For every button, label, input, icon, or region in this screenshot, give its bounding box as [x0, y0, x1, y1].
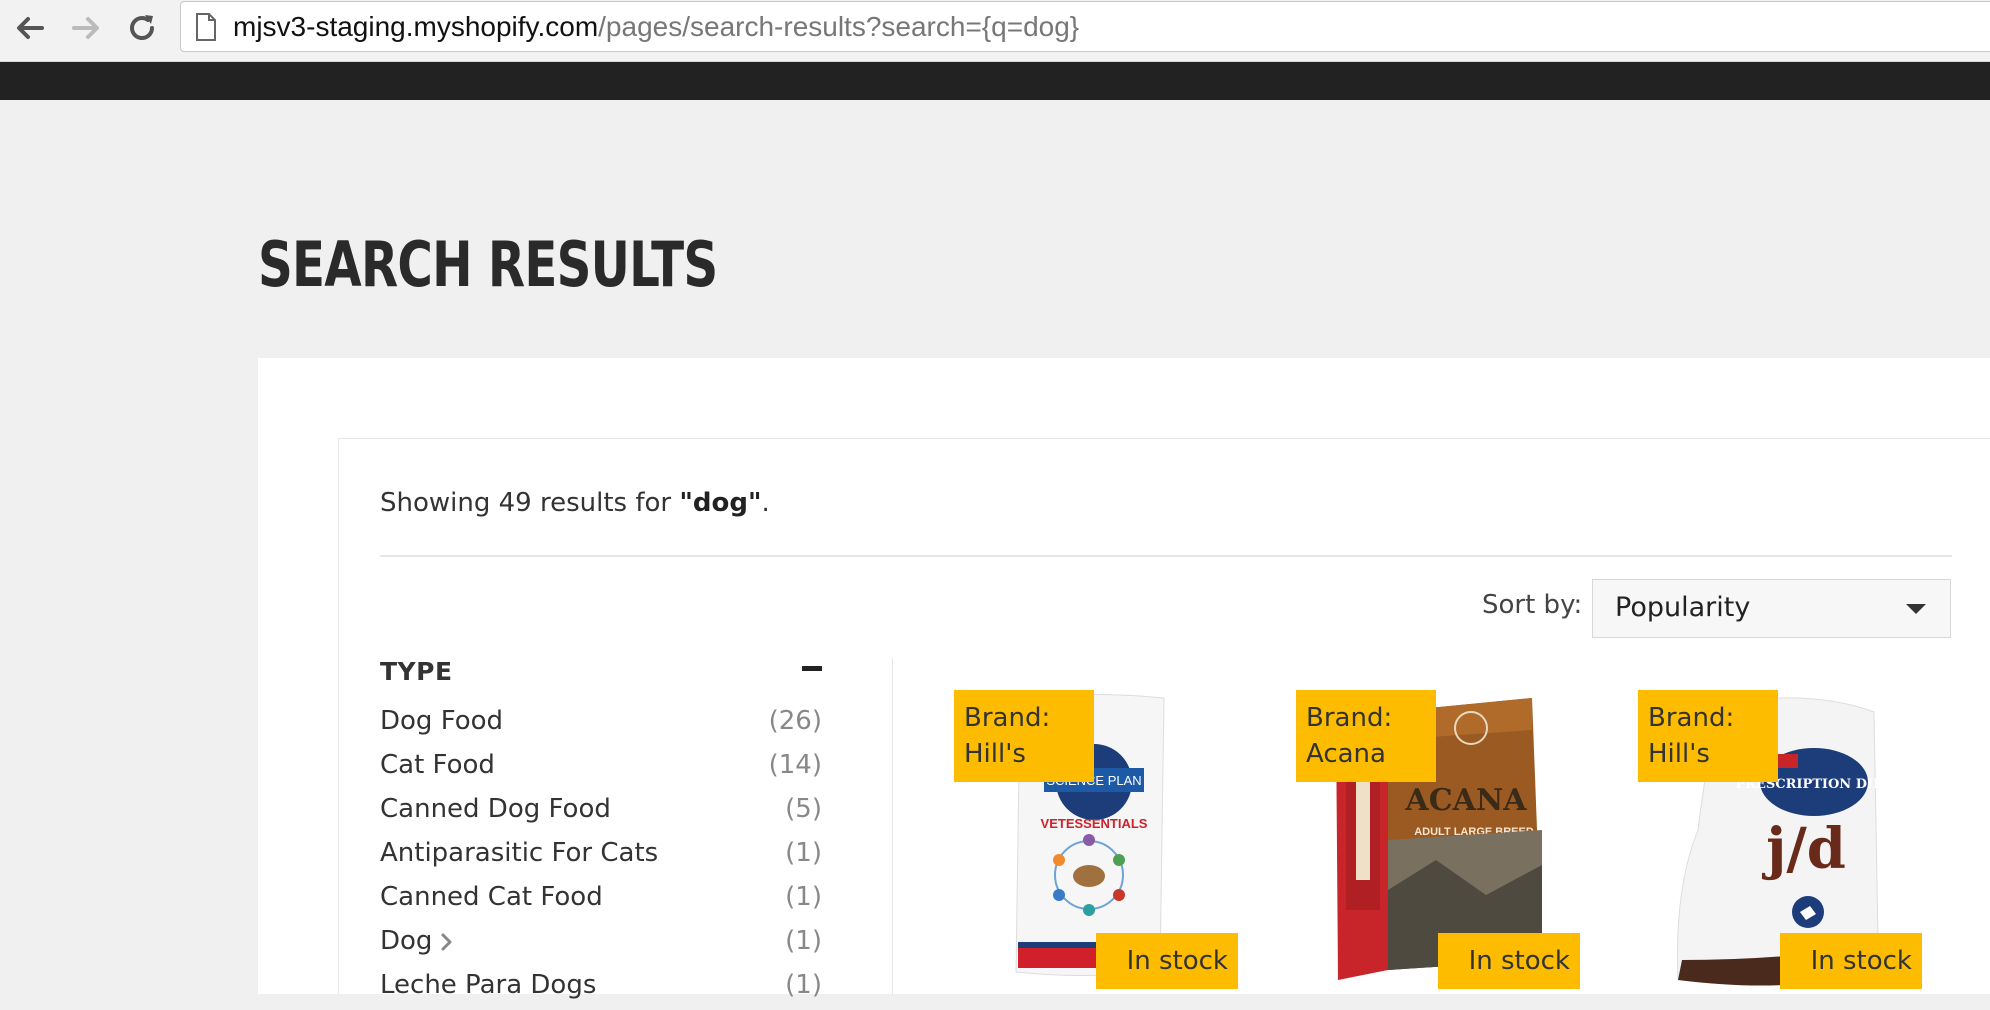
page-title: SEARCH RESULTS [258, 228, 718, 301]
summary-prefix: Showing 49 results for [380, 488, 680, 518]
site-header-bar [0, 62, 1990, 100]
pack-text: j/d [1761, 816, 1846, 882]
filter-label: Canned Dog Food [380, 794, 611, 824]
divider [380, 555, 1952, 557]
back-button[interactable] [8, 6, 52, 50]
sort-label: Sort by: [1482, 590, 1583, 620]
stock-badge: In stock [1096, 933, 1238, 989]
filter-label: Dog [380, 926, 433, 956]
page-icon [196, 13, 216, 41]
summary-query: "dog" [679, 488, 762, 518]
sort-select[interactable]: Popularity [1592, 579, 1951, 638]
filter-count: (26) [768, 706, 822, 736]
filter-item[interactable]: Antiparasitic For Cats (1) [380, 838, 822, 878]
filter-count: (5) [785, 794, 822, 824]
brand-badge-label: Brand: [964, 703, 1051, 733]
filter-label: Dog Food [380, 706, 504, 736]
filter-label: Cat Food [380, 750, 495, 780]
pack-brand: ACANA [1404, 783, 1527, 818]
filter-count: (1) [785, 838, 822, 868]
stock-badge: In stock [1780, 933, 1922, 989]
filter-count: (1) [785, 970, 822, 1000]
product-card[interactable]: SCIENCE PLAN VETESSENTIALS Brand: Hill's … [954, 690, 1254, 994]
results-summary: Showing 49 results for "dog". [380, 488, 770, 518]
sidebar-divider [892, 658, 893, 994]
chevron-right-icon[interactable] [440, 930, 454, 954]
filter-count: (14) [768, 750, 822, 780]
sort-value: Popularity [1615, 592, 1751, 623]
forward-button[interactable] [64, 6, 108, 50]
collapse-minus-icon[interactable] [802, 666, 822, 671]
filter-item[interactable]: Leche Para Dogs (1) [380, 970, 822, 1010]
filter-heading: TYPE [380, 657, 453, 686]
brand-name: Hill's [1648, 739, 1710, 769]
url-text[interactable]: mjsv3-staging.myshopify.com/pages/search… [233, 10, 1079, 44]
brand-badge: Brand: Hill's [954, 690, 1094, 782]
stock-badge: In stock [1438, 933, 1580, 989]
back-arrow-icon [17, 17, 44, 39]
filter-item[interactable]: Canned Dog Food (5) [380, 794, 822, 834]
brand-name: Hill's [964, 739, 1026, 769]
product-card[interactable]: ACANA ADULT LARGE BREED Brand: Acana In s… [1296, 690, 1596, 994]
filter-item[interactable]: Cat Food (14) [380, 750, 822, 790]
filter-label: Leche Para Dogs [380, 970, 597, 1000]
product-card[interactable]: PRESCRIPTION DIET j/d Brand: Hill's In st… [1638, 690, 1938, 994]
brand-badge: Brand: Hill's [1638, 690, 1778, 782]
chevron-down-icon [1906, 604, 1926, 614]
filter-count: (1) [785, 882, 822, 912]
brand-badge: Brand: Acana [1296, 690, 1436, 782]
filter-item[interactable]: Dog Food (26) [380, 706, 822, 746]
browser-toolbar: mjsv3-staging.myshopify.com/pages/search… [0, 0, 1990, 62]
filter-label: Antiparasitic For Cats [380, 838, 659, 868]
brand-name: Acana [1306, 739, 1386, 769]
forward-arrow-icon [72, 17, 99, 39]
address-bar[interactable]: mjsv3-staging.myshopify.com/pages/search… [180, 1, 1990, 52]
filter-item[interactable]: Canned Cat Food (1) [380, 882, 822, 922]
pack-text: VETESSENTIALS [1041, 816, 1148, 831]
reload-button[interactable] [120, 6, 164, 50]
summary-suffix: . [761, 488, 770, 518]
filter-label: Canned Cat Food [380, 882, 603, 912]
url-path: /pages/search-results?search={q=dog} [598, 11, 1080, 42]
filter-count: (1) [785, 926, 822, 956]
filter-item[interactable]: Dog (1) [380, 926, 822, 966]
url-host: mjsv3-staging.myshopify.com [233, 11, 599, 42]
reload-icon [130, 15, 154, 40]
brand-badge-label: Brand: [1306, 703, 1393, 733]
brand-badge-label: Brand: [1648, 703, 1735, 733]
